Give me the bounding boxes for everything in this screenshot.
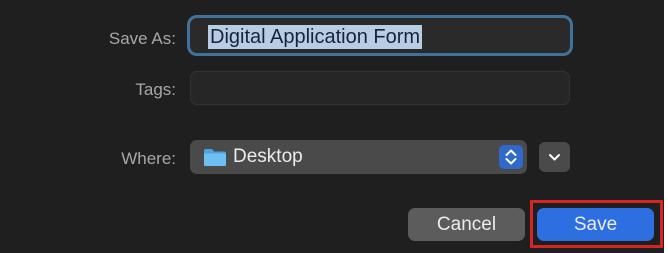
image-edge xyxy=(664,0,668,253)
chevron-up-down-icon xyxy=(505,149,517,165)
cancel-button[interactable]: Cancel xyxy=(408,208,525,241)
location-stepper[interactable] xyxy=(499,145,523,169)
save-dialog: Save As: Digital Application Form Tags: … xyxy=(0,0,664,253)
tags-label: Tags: xyxy=(135,80,176,99)
folder-icon xyxy=(204,149,226,166)
where-value: Desktop xyxy=(233,146,303,167)
file-name-input[interactable]: Digital Application Form xyxy=(187,15,573,56)
chevron-down-icon xyxy=(549,154,560,161)
tags-input[interactable] xyxy=(190,71,570,105)
save-highlight-box xyxy=(530,200,663,248)
expand-dialog-button[interactable] xyxy=(539,142,570,172)
file-name-value: Digital Application Form xyxy=(208,25,423,49)
where-location-popup[interactable]: Desktop xyxy=(190,140,527,174)
where-label: Where: xyxy=(121,149,176,168)
save-as-label: Save As: xyxy=(108,29,176,48)
